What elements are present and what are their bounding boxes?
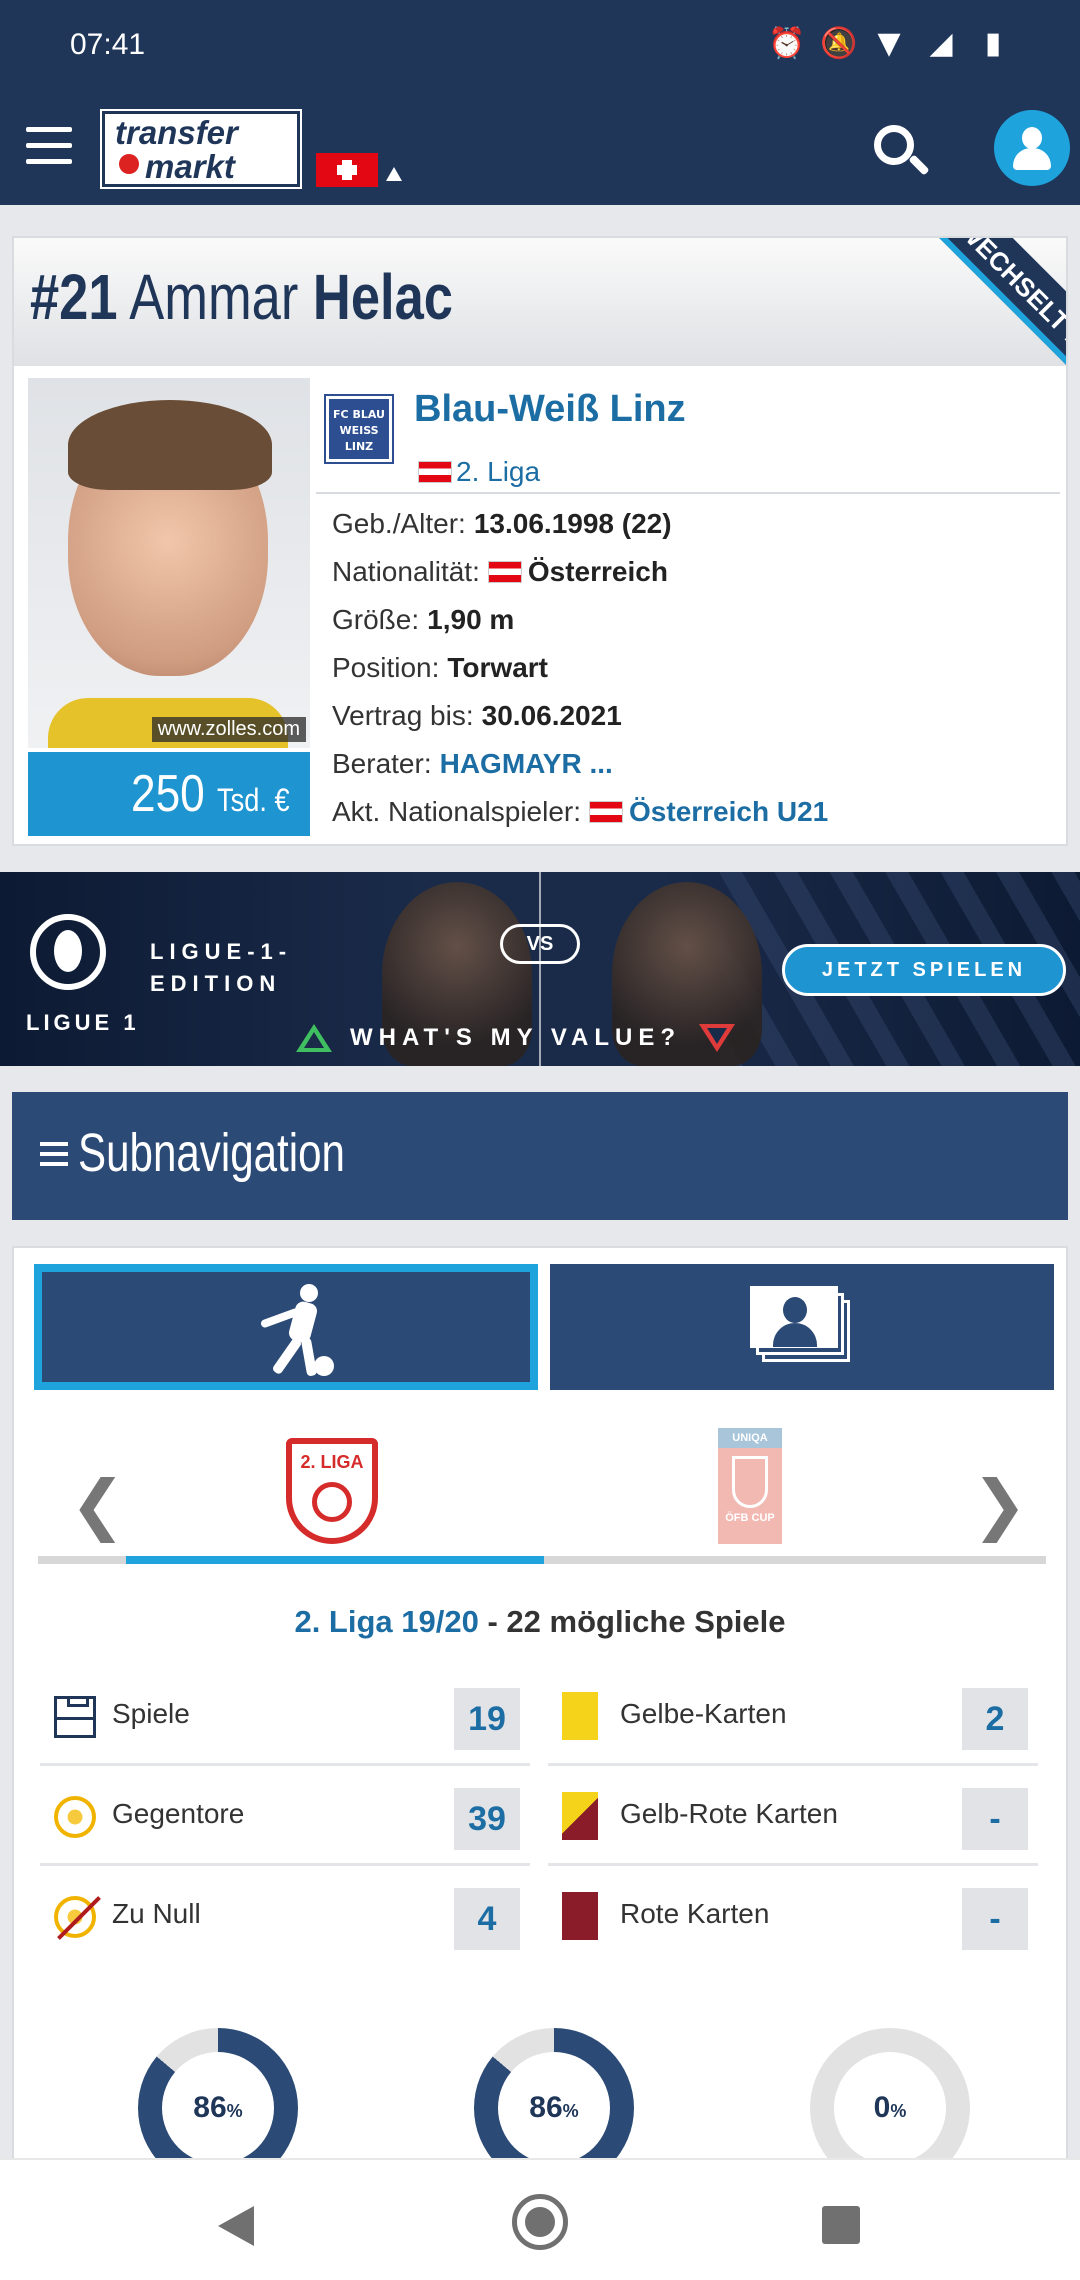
donut-value: 0: [873, 2091, 891, 2124]
stat-row-gelbe-karten: Gelbe-Karten 2: [548, 1668, 1038, 1766]
back-icon[interactable]: [218, 2206, 254, 2246]
stat-row-rote-karten: Rote Karten -: [548, 1868, 1038, 1966]
yellow-red-card-icon: [562, 1792, 598, 1840]
stat-row-gegentore: Gegentore 39: [40, 1768, 530, 1866]
notifications-off-icon: 🔕: [820, 26, 858, 61]
status-bar: 07:41 ⏰ 🔕 ▼ ◢ ▮: [0, 0, 1080, 95]
austria-flag-icon: [589, 801, 624, 823]
logo-ball-icon: [119, 154, 139, 174]
pitch-icon: [54, 1696, 96, 1738]
triangle-down-icon: [699, 1024, 736, 1052]
menu-icon[interactable]: [26, 127, 72, 167]
player-number: #21: [30, 261, 118, 333]
region-caret-icon[interactable]: [386, 167, 402, 181]
recent-apps-icon[interactable]: [822, 2206, 860, 2244]
market-value-amount: 250 Tsd. €: [131, 765, 290, 823]
competition-2liga-logo[interactable]: 2. LIGA: [286, 1438, 378, 1544]
stat-row-spiele: Spiele 19: [40, 1668, 530, 1766]
tab-profile[interactable]: [550, 1264, 1054, 1390]
user-account-icon[interactable]: [994, 110, 1070, 186]
fact-birth: Geb./Alter: 13.06.1998 (22): [332, 508, 672, 539]
agent-link[interactable]: HAGMAYR ...: [440, 740, 613, 788]
player-card: #21 Ammar Helac WECHSELT ... www.zolles.…: [12, 236, 1068, 846]
status-time: 07:41: [70, 28, 146, 61]
stat-value: 2: [962, 1688, 1028, 1750]
battery-icon: ▮: [984, 26, 1002, 61]
ligue1-brand: LIGUE 1: [26, 1010, 140, 1035]
league-label: 2. Liga: [456, 456, 541, 487]
player-first-name: Ammar: [129, 261, 299, 333]
clean-sheet-icon: [54, 1896, 96, 1938]
transfermarkt-logo[interactable]: transfer markt: [100, 109, 302, 189]
player-last-name: Helac: [312, 261, 453, 333]
wifi-icon: ▼: [877, 26, 901, 61]
stat-value: 19: [454, 1688, 520, 1750]
logo-text-line1: transfer: [115, 114, 238, 151]
vs-badge: VS: [500, 924, 580, 964]
ball-icon: [54, 1796, 96, 1838]
austria-flag-icon: [487, 561, 522, 583]
subnavigation-label: Subnavigation: [78, 1123, 345, 1183]
profile-cards-icon: [750, 1286, 850, 1364]
alarm-icon: ⏰: [768, 26, 806, 61]
hamburger-icon: [40, 1142, 68, 1166]
play-now-button[interactable]: JETZT SPIELEN: [782, 944, 1066, 996]
subnavigation-toggle[interactable]: Subnavigation: [12, 1092, 1068, 1220]
stat-row-gelb-rote-karten: Gelb-Rote Karten -: [548, 1768, 1038, 1866]
season-title: 2. Liga 19/20 - 22 mögliche Spiele: [294, 1604, 786, 1639]
carousel-prev-button[interactable]: ❮: [70, 1466, 125, 1543]
ad-tagline: WHAT'S MY VALUE?: [296, 1024, 736, 1052]
fact-national-team: Akt. Nationalspieler: Österreich U21: [332, 788, 828, 836]
yellow-card-icon: [562, 1692, 598, 1740]
league-link[interactable]: 2. Liga: [418, 456, 540, 488]
search-icon[interactable]: [874, 125, 930, 181]
donut-value: 86: [193, 2091, 227, 2124]
stats-panel: ❮ 2. LIGA UNIQA ÖFB CUP ❯ 2. Liga 19/20 …: [12, 1246, 1068, 2280]
player-photo: www.zolles.com: [28, 378, 310, 748]
market-value-box[interactable]: 250 Tsd. €: [28, 752, 310, 836]
austria-flag-icon: [418, 461, 452, 483]
ligue1-logo-icon: [30, 914, 106, 990]
logo-text-line2: markt: [145, 148, 235, 185]
region-flag-switzerland-icon[interactable]: [316, 153, 378, 187]
ad-edition: LIGUE-1- EDITION: [150, 939, 293, 996]
stat-row-zu-null: Zu Null 4: [40, 1868, 530, 1966]
home-icon[interactable]: [512, 2194, 568, 2250]
donut-value: 86: [529, 2091, 563, 2124]
app-header: transfer markt: [0, 95, 1080, 205]
fact-agent: Berater: HAGMAYR ...: [332, 740, 828, 788]
club-logo[interactable]: FC BLAU WEISS LINZ: [324, 394, 394, 464]
ball-icon: [312, 1482, 352, 1522]
carousel-next-button[interactable]: ❯: [972, 1466, 1027, 1543]
competition-oefb-cup-logo[interactable]: UNIQA ÖFB CUP: [718, 1428, 782, 1544]
stat-value: 39: [454, 1788, 520, 1850]
fact-height: Größe: 1,90 m: [332, 604, 515, 635]
divider: [316, 492, 1060, 494]
stat-value: 4: [454, 1888, 520, 1950]
player-facts: Geb./Alter: 13.06.1998 (22) Nationalität…: [332, 500, 828, 836]
market-value-unit: Tsd. €: [217, 782, 290, 818]
tab-performance[interactable]: [34, 1264, 538, 1390]
status-icons: ⏰ 🔕 ▼ ◢ ▮: [768, 26, 1010, 62]
player-header: #21 Ammar Helac: [14, 238, 1066, 366]
cup-icon: [732, 1456, 768, 1508]
fact-contract: Vertrag bis: 30.06.2021: [332, 700, 622, 731]
fact-position: Position: Torwart: [332, 652, 549, 683]
triangle-up-icon: [296, 1024, 332, 1052]
player-title: #21 Ammar Helac: [30, 260, 453, 334]
red-card-icon: [562, 1892, 598, 1940]
system-nav-bar: [0, 2158, 1080, 2280]
photo-credit: www.zolles.com: [151, 717, 306, 742]
fact-nationality: Nationalität: Österreich: [332, 556, 668, 587]
app-root: 07:41 ⏰ 🔕 ▼ ◢ ▮ transfer markt #21 Ammar…: [0, 0, 1080, 2280]
season-link[interactable]: 2. Liga 19/20: [294, 1604, 478, 1639]
club-name-link[interactable]: Blau-Weiß Linz: [414, 388, 686, 431]
footballer-icon: [256, 1284, 336, 1377]
stat-value: -: [962, 1788, 1028, 1850]
national-team-link[interactable]: Österreich U21: [629, 788, 828, 836]
carousel-indicator: [126, 1556, 544, 1564]
signal-icon: ◢: [929, 26, 953, 61]
stat-value: -: [962, 1888, 1028, 1950]
ad-banner[interactable]: LIGUE 1 LIGUE-1- EDITION VS JETZT SPIELE…: [0, 872, 1080, 1066]
